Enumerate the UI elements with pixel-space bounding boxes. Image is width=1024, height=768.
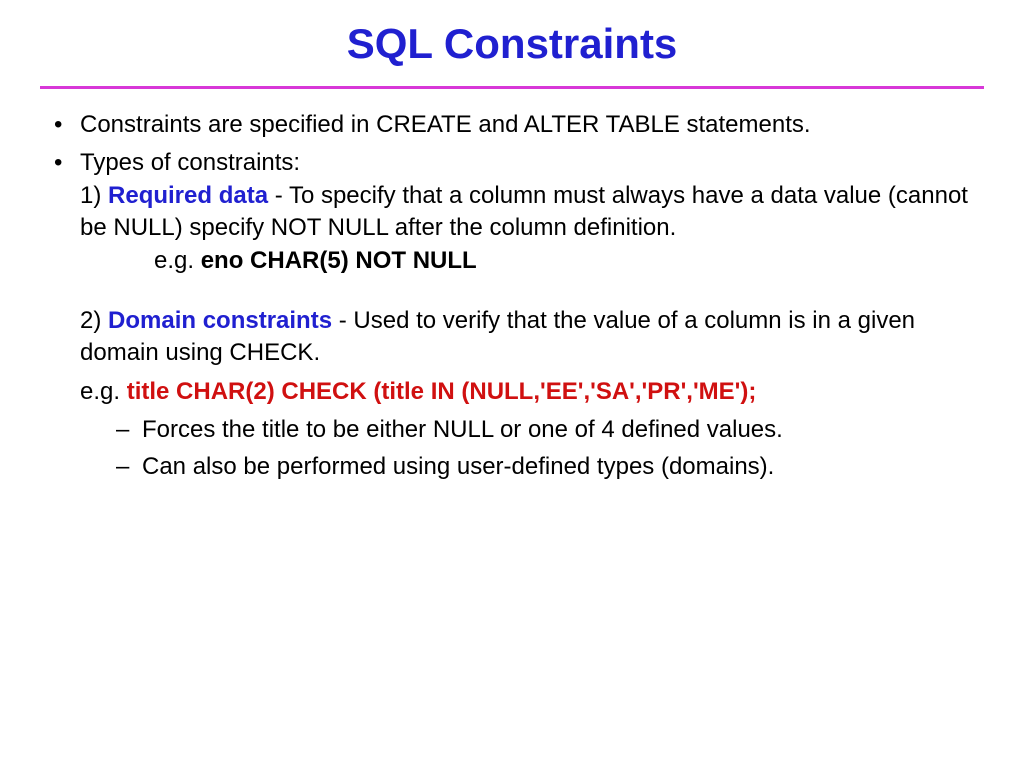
dash-item: Forces the title to be either NULL or on… (108, 414, 984, 446)
bullet-item: Constraints are specified in CREATE and … (40, 109, 984, 141)
item-number: 2) (80, 307, 108, 334)
item-number: 1) (80, 182, 108, 209)
dash-item: Can also be performed using user-defined… (108, 451, 984, 483)
constraint-label: Required data (108, 182, 268, 209)
example-code-red: title CHAR(2) CHECK (title IN (NULL,'EE'… (127, 378, 757, 405)
main-bullet-list: Constraints are specified in CREATE and … (40, 109, 984, 370)
example-code: eno CHAR(5) NOT NULL (201, 247, 477, 274)
constraint-type-2: 2) Domain constraints - Used to verify t… (80, 305, 984, 370)
example-line-2: e.g. title CHAR(2) CHECK (title IN (NULL… (40, 376, 984, 408)
slide-title: SQL Constraints (40, 20, 984, 68)
example-line: e.g. eno CHAR(5) NOT NULL (80, 245, 984, 277)
bullet-item: Types of constraints: 1) Required data -… (40, 147, 984, 369)
bullet-text: Types of constraints: (80, 149, 300, 176)
example-prefix: e.g. (154, 247, 201, 274)
constraint-type-1: 1) Required data - To specify that a col… (80, 180, 984, 245)
divider (40, 86, 984, 89)
spacer (80, 277, 984, 305)
slide-content: Constraints are specified in CREATE and … (40, 109, 984, 483)
dash-list: Forces the title to be either NULL or on… (40, 414, 984, 483)
example-prefix: e.g. (80, 378, 127, 405)
constraint-label: Domain constraints (108, 307, 332, 334)
